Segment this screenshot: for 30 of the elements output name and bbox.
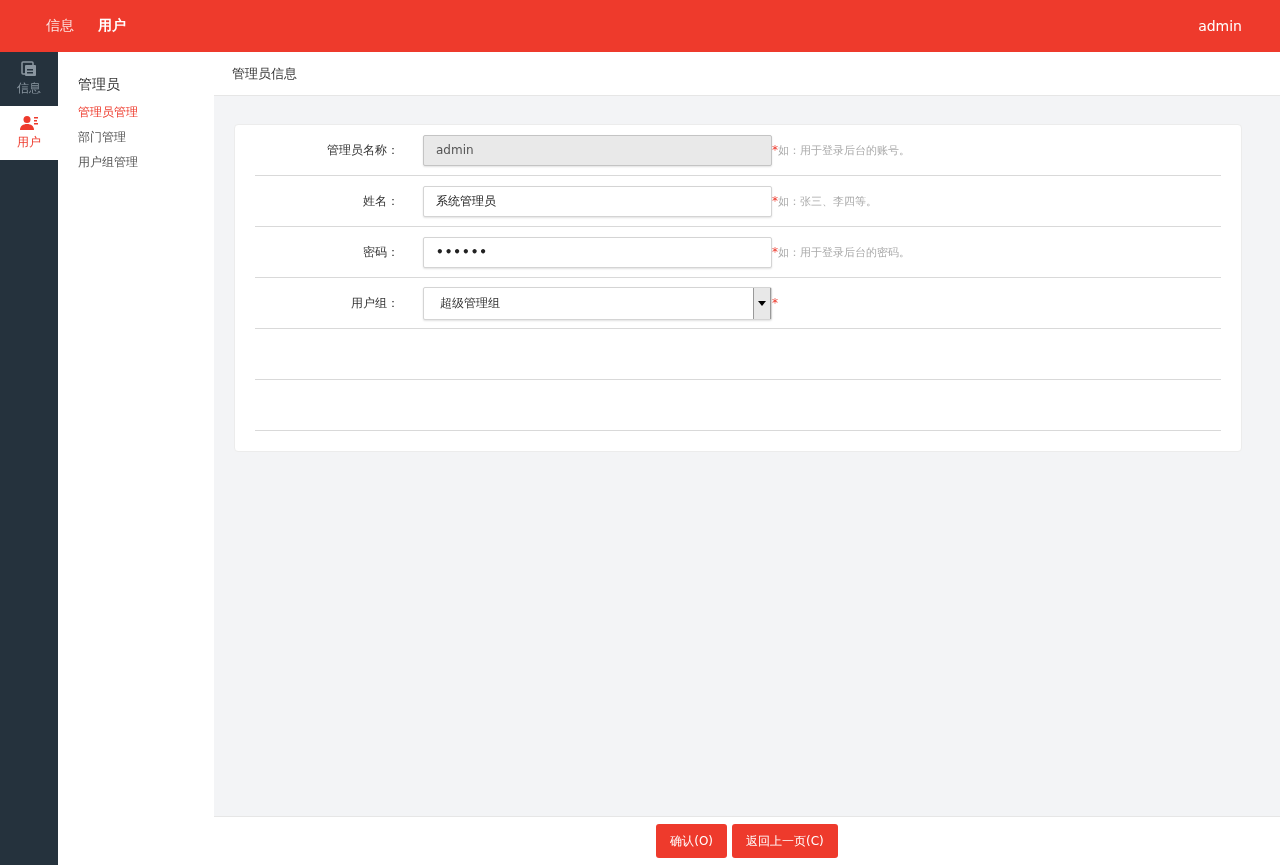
password-field[interactable]: •••••• — [423, 236, 772, 268]
rail-label: 信息 — [17, 80, 41, 97]
select-field[interactable]: 超级管理组 — [423, 286, 772, 320]
field-hint: 如：用于登录后台的账号。 — [778, 142, 910, 158]
field-hint: 如：用于登录后台的密码。 — [778, 244, 910, 260]
required-mark: * — [772, 194, 778, 208]
field-label: 用户组： — [350, 294, 400, 312]
field-label: 管理员名称： — [326, 141, 400, 159]
action-button[interactable]: 返回上一页(C) — [732, 824, 838, 858]
rail-label: 用户 — [17, 134, 41, 151]
rail-item[interactable]: 信息 — [0, 52, 58, 106]
rail-item[interactable]: 用户 — [0, 106, 58, 160]
caret-icon — [758, 300, 766, 306]
required-mark: * — [772, 296, 778, 310]
nav-tab[interactable]: 信息 — [38, 13, 82, 39]
required-mark: * — [772, 245, 778, 259]
user-name: admin — [1198, 18, 1242, 34]
required-mark: * — [772, 143, 778, 157]
input-field[interactable]: 系统管理员 — [423, 185, 772, 217]
user-icon — [20, 115, 38, 131]
field-label: 密码： — [362, 243, 400, 261]
page-title: 管理员信息 — [232, 64, 297, 83]
nav-tab[interactable]: 用户 — [90, 13, 134, 39]
sub-nav-item[interactable]: 用户组管理 — [78, 154, 138, 171]
action-button[interactable]: 确认(O) — [656, 824, 728, 858]
sub-nav-item[interactable]: 管理员管理 — [78, 104, 138, 121]
field-label: 姓名： — [362, 192, 400, 210]
sub-nav-item[interactable]: 部门管理 — [78, 129, 126, 146]
sub-nav-title: 管理员 — [78, 76, 121, 94]
document-icon — [21, 61, 37, 77]
